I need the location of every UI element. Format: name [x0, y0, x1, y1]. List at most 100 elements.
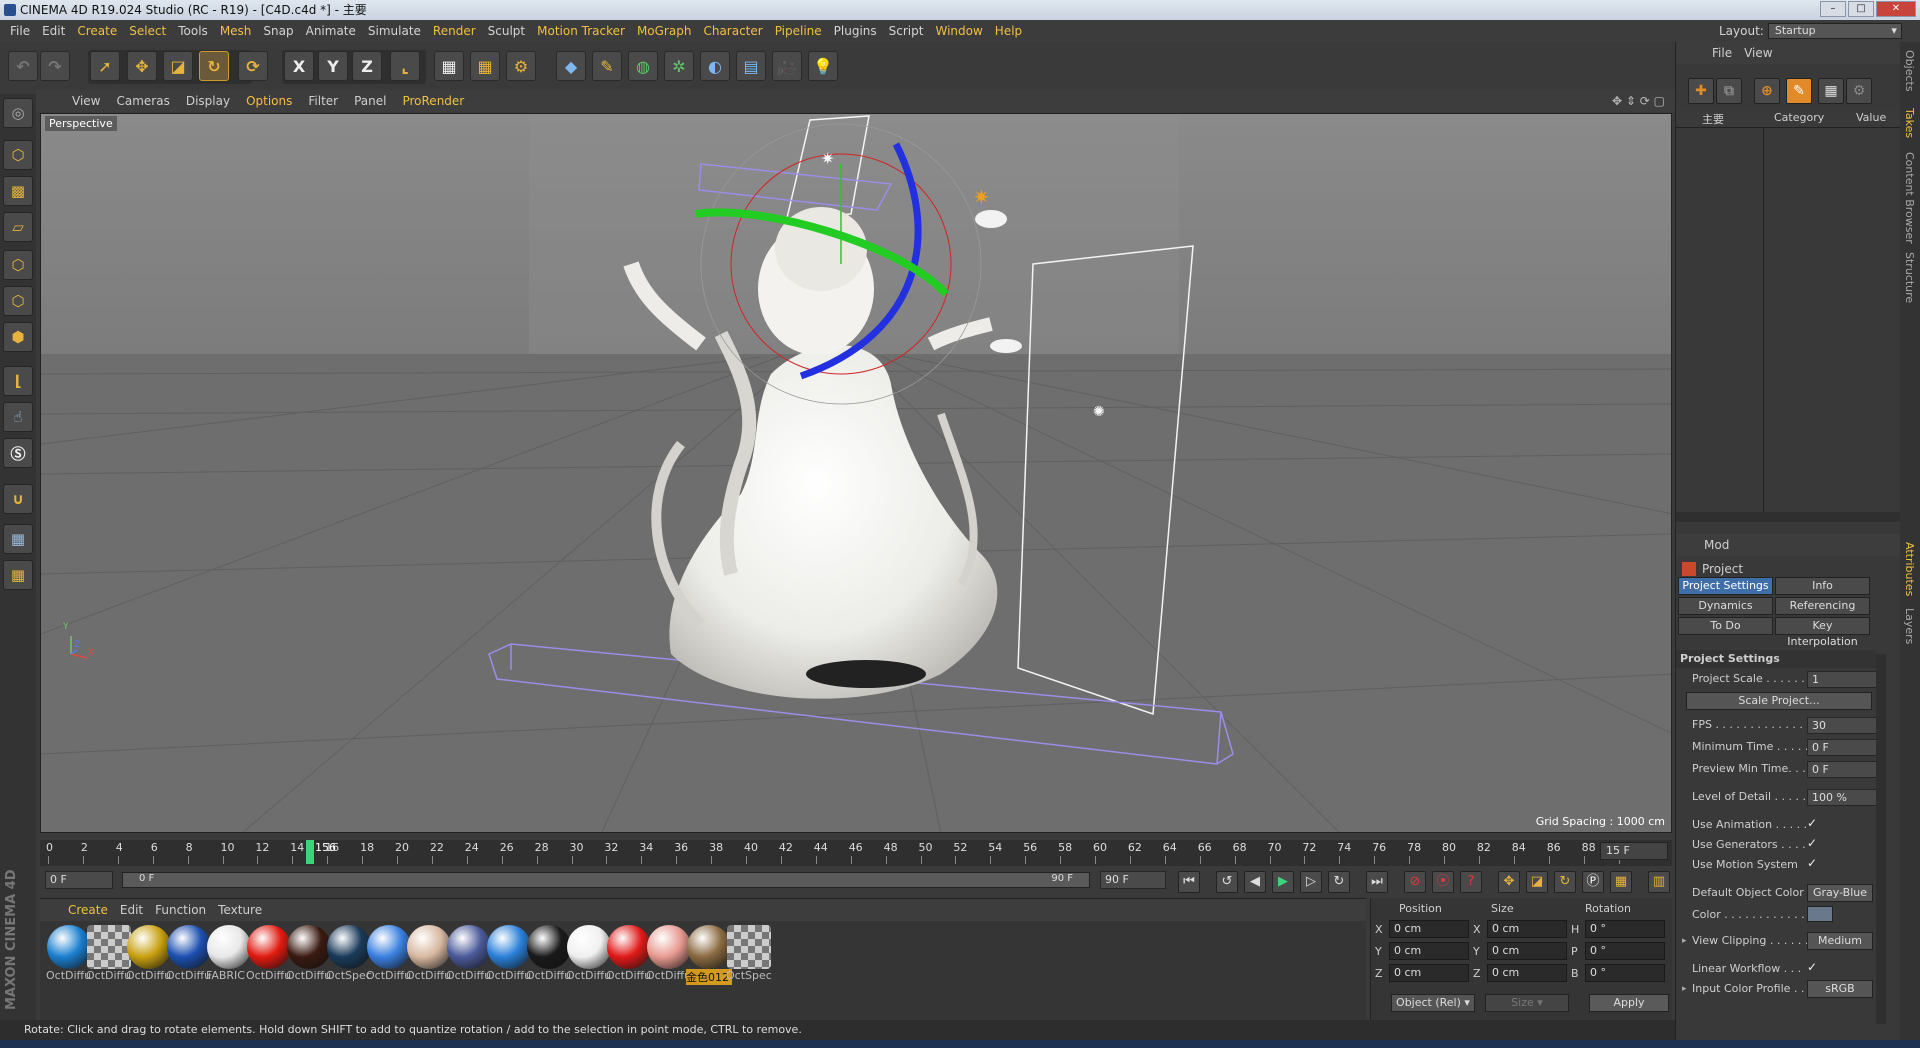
- maximize-button[interactable]: □: [1848, 1, 1874, 17]
- menu-motion-tracker[interactable]: Motion Tracker: [531, 24, 631, 38]
- magnet-icon[interactable]: ∪: [3, 484, 33, 514]
- key-scale-icon[interactable]: ◪: [1526, 871, 1548, 893]
- keyframe-selection-icon[interactable]: ?: [1460, 871, 1482, 893]
- view-clipping-dropdown[interactable]: Medium: [1807, 932, 1873, 950]
- color-swatch[interactable]: [1807, 906, 1833, 922]
- menu-sculpt[interactable]: Sculpt: [482, 24, 531, 38]
- render-picture-viewer-icon[interactable]: ▦: [470, 51, 500, 81]
- use-animation-checkbox[interactable]: ✓: [1807, 816, 1817, 830]
- coordinate-size-field[interactable]: 0 cm: [1487, 964, 1567, 982]
- layers-side-tab[interactable]: Layers: [1903, 608, 1916, 644]
- recent-tool-icon[interactable]: ⟳: [238, 51, 268, 81]
- default-object-color-dropdown[interactable]: Gray-Blue: [1807, 884, 1873, 902]
- model-mode-icon[interactable]: ⬡: [3, 140, 33, 170]
- viewport-menu-options[interactable]: Options: [238, 94, 300, 108]
- texture-mode-icon[interactable]: ▩: [3, 176, 33, 206]
- auto-take-icon[interactable]: ✎: [1786, 78, 1812, 104]
- minimize-button[interactable]: –: [1820, 1, 1846, 17]
- next-key-icon[interactable]: ↻: [1328, 871, 1350, 893]
- viewport-menu-cameras[interactable]: Cameras: [108, 94, 177, 108]
- coordinate-rot-field[interactable]: 0 °: [1585, 920, 1665, 938]
- cloner-icon[interactable]: ✲: [664, 51, 694, 81]
- fps-field[interactable]: 30: [1807, 717, 1877, 734]
- snap-icon[interactable]: Ⓢ: [3, 438, 33, 468]
- y-axis-lock-button[interactable]: Y: [318, 51, 348, 81]
- layout-dropdown[interactable]: Startup ▾: [1767, 23, 1902, 39]
- attributes-tab-info[interactable]: Info: [1775, 577, 1870, 595]
- scale-project-button[interactable]: Scale Project...: [1686, 692, 1872, 710]
- menu-help[interactable]: Help: [989, 24, 1028, 38]
- pen-spline-icon[interactable]: ✎: [592, 51, 622, 81]
- expand-arrow-icon[interactable]: ▸: [1682, 936, 1687, 946]
- select-tool-icon[interactable]: ➚: [90, 51, 120, 81]
- redo-button[interactable]: ↷: [40, 51, 70, 81]
- coordinate-pos-field[interactable]: 0 cm: [1389, 942, 1469, 960]
- use-motion-system-checkbox[interactable]: ✓: [1807, 856, 1817, 870]
- attributes-tab-project-settings[interactable]: Project Settings: [1678, 577, 1773, 595]
- coordinate-mode-dropdown[interactable]: Object (Rel) ▾: [1391, 994, 1475, 1012]
- z-axis-lock-button[interactable]: Z: [352, 51, 382, 81]
- menu-select[interactable]: Select: [123, 24, 172, 38]
- use-generators-checkbox[interactable]: ✓: [1807, 836, 1817, 850]
- project-scale-field[interactable]: 1: [1807, 671, 1877, 688]
- menu-animate[interactable]: Animate: [300, 24, 362, 38]
- menu-window[interactable]: Window: [929, 24, 988, 38]
- minimum-time-field[interactable]: 0 F: [1807, 739, 1877, 756]
- material-swatch[interactable]: OctSpec: [726, 925, 772, 985]
- preview-range-slider[interactable]: 0 F 90 F: [122, 872, 1090, 888]
- polygons-mode-icon[interactable]: ⬢: [3, 322, 33, 352]
- viewport-nav-icons[interactable]: ✥ ⇕ ⟳ ▢: [1612, 94, 1665, 108]
- main-take-label[interactable]: 主要: [1702, 111, 1724, 127]
- tweak-mode-icon[interactable]: ☝: [3, 402, 33, 432]
- viewport-menu-panel[interactable]: Panel: [346, 94, 394, 108]
- go-to-start-icon[interactable]: ⏮: [1178, 871, 1200, 893]
- content-browser-side-tab[interactable]: Content Browser: [1903, 152, 1916, 244]
- axis-mode-icon[interactable]: ⌊: [3, 366, 33, 396]
- takes-tree[interactable]: [1676, 128, 1764, 518]
- coordinate-pos-field[interactable]: 0 cm: [1389, 964, 1469, 982]
- menu-create[interactable]: Create: [71, 24, 123, 38]
- input-color-profile-dropdown[interactable]: sRGB: [1807, 980, 1873, 998]
- subdivision-surface-icon[interactable]: ◍: [628, 51, 658, 81]
- rotate-tool-icon[interactable]: ↻: [199, 51, 229, 81]
- take-override-icon[interactable]: ⊕: [1754, 78, 1780, 104]
- timeline-ruler[interactable]: 0 2 4 6 8 10 12 14 16 18 20 22 24 26 28 30 32 34 36 38 40 42 4…: [40, 840, 1672, 866]
- floor-object-icon[interactable]: ▤: [736, 51, 766, 81]
- min-time-field[interactable]: 0 F: [45, 871, 113, 889]
- undo-button[interactable]: ↶: [8, 51, 38, 81]
- take-render-icon[interactable]: ▦: [1818, 78, 1844, 104]
- coordinate-size-field[interactable]: 0 cm: [1487, 942, 1567, 960]
- menu-plugins[interactable]: Plugins: [828, 24, 883, 38]
- key-pla-icon[interactable]: ▦: [1610, 871, 1632, 893]
- workplane-mode-icon[interactable]: ▱: [3, 212, 33, 242]
- menu-character[interactable]: Character: [697, 24, 768, 38]
- move-tool-icon[interactable]: ✥: [127, 51, 157, 81]
- perspective-viewport[interactable]: ✷ ✷ ✺ Perspective Y Z X Grid Spacing : 1…: [40, 113, 1672, 833]
- render-settings-icon[interactable]: ⚙: [506, 51, 536, 81]
- timeline-window-icon[interactable]: ▥: [1648, 871, 1670, 893]
- coordinate-size-field[interactable]: 0 cm: [1487, 920, 1567, 938]
- autokey-icon[interactable]: ⦿: [1432, 871, 1454, 893]
- viewport-menu-view[interactable]: View: [64, 94, 108, 108]
- workplane-lock-icon[interactable]: ▦: [3, 560, 33, 590]
- make-editable-icon[interactable]: ◎: [3, 98, 33, 128]
- key-rotation-icon[interactable]: ↻: [1554, 871, 1576, 893]
- take-add-icon[interactable]: ✚: [1688, 78, 1714, 104]
- previous-key-icon[interactable]: ↺: [1216, 871, 1238, 893]
- record-keys-icon[interactable]: ⊘: [1404, 871, 1426, 893]
- menu-mesh[interactable]: Mesh: [214, 24, 258, 38]
- apply-button[interactable]: Apply: [1589, 994, 1669, 1012]
- menu-edit[interactable]: Edit: [36, 24, 71, 38]
- takes-view-menu[interactable]: View: [1738, 46, 1778, 60]
- takes-scrollbar[interactable]: [1676, 512, 1901, 522]
- attributes-tab-key-interpolation[interactable]: Key Interpolation: [1775, 617, 1870, 648]
- deformer-icon[interactable]: ◐: [700, 51, 730, 81]
- viewport-menu-prorender[interactable]: ProRender: [394, 94, 472, 108]
- structure-side-tab[interactable]: Structure: [1903, 252, 1916, 303]
- coordinate-rot-field[interactable]: 0 °: [1585, 964, 1665, 982]
- menu-script[interactable]: Script: [883, 24, 930, 38]
- grid-lock-icon[interactable]: ▦: [3, 524, 33, 554]
- menu-pipeline[interactable]: Pipeline: [769, 24, 828, 38]
- viewport-menu-display[interactable]: Display: [178, 94, 238, 108]
- light-object-icon[interactable]: 💡: [808, 51, 838, 81]
